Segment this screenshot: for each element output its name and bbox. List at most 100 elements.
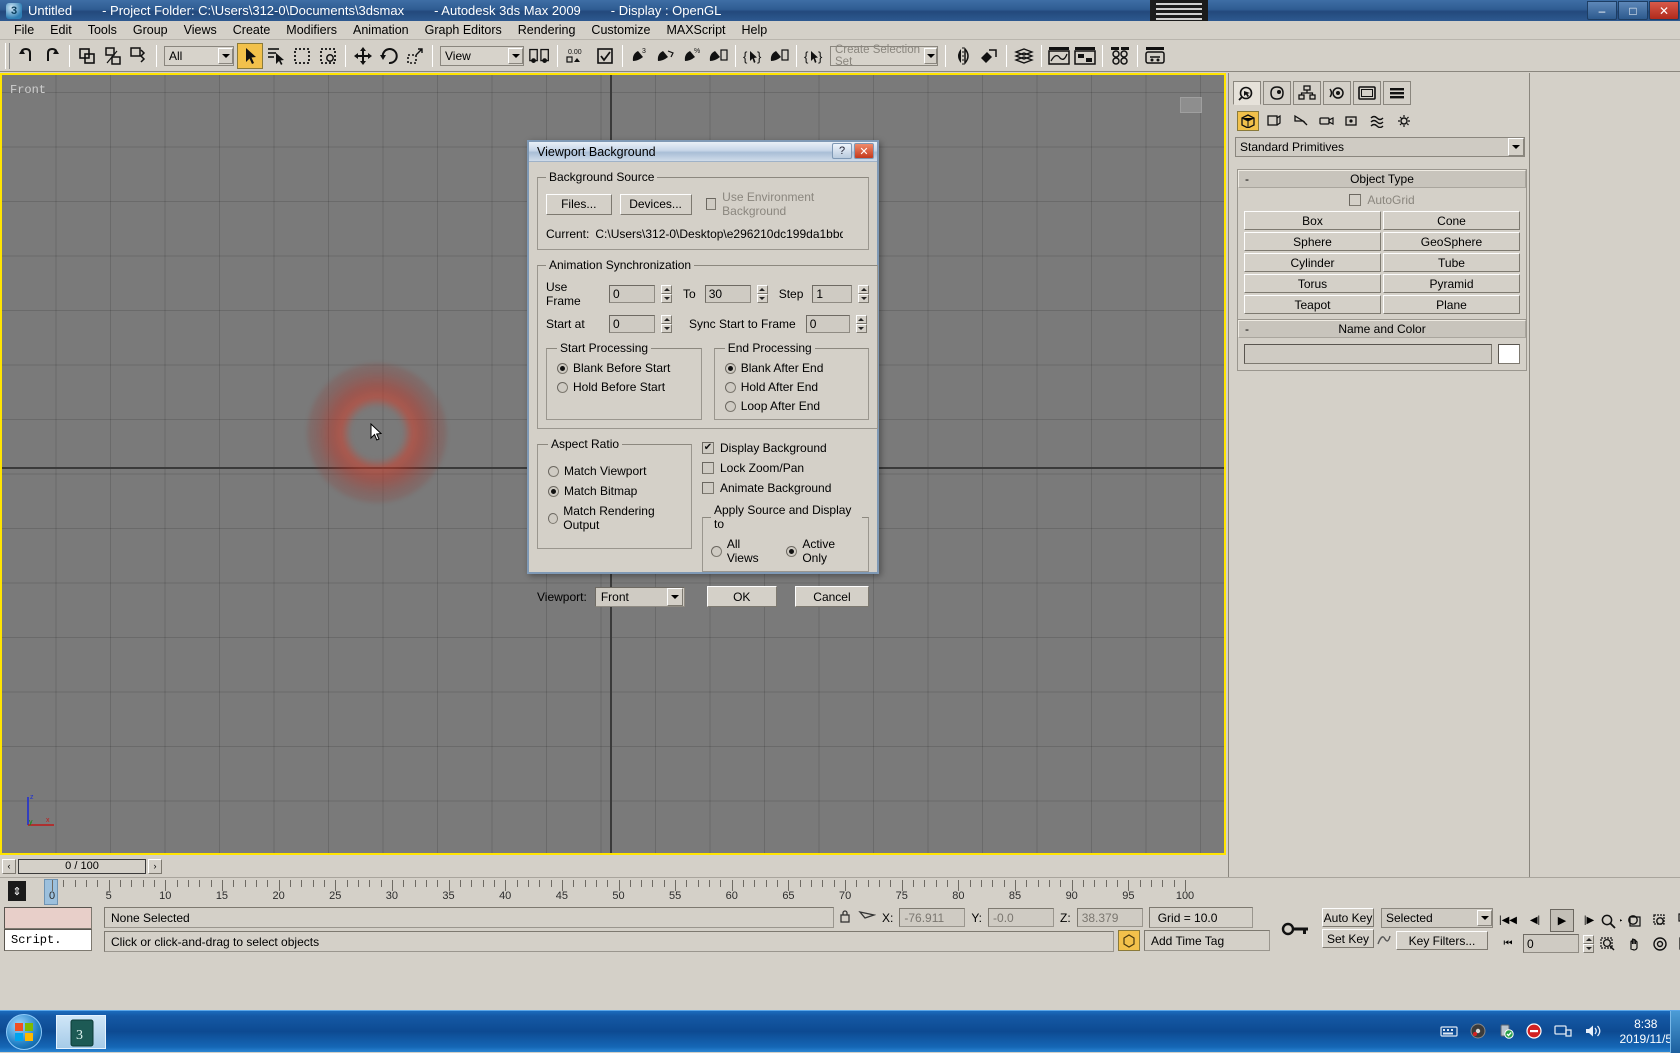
object-button-cone[interactable]: Cone (1383, 211, 1520, 230)
space-warps-button[interactable] (1367, 111, 1389, 131)
end-processing-option-1[interactable]: Hold After End (724, 380, 861, 394)
menu-rendering[interactable]: Rendering (510, 21, 584, 39)
windows-start-icon[interactable] (6, 1014, 42, 1050)
viewport-select-combo[interactable]: Front (594, 586, 685, 607)
bind-to-space-warp-icon[interactable] (126, 42, 152, 69)
lock-selection-icon[interactable] (838, 908, 852, 927)
maximize-button[interactable]: □ (1618, 1, 1648, 20)
animate-background-checkbox[interactable] (702, 482, 714, 494)
cancel-button[interactable]: Cancel (794, 586, 870, 607)
maximize-viewport-toggle[interactable] (1674, 932, 1680, 955)
current-frame-field[interactable]: 0 (1523, 934, 1579, 953)
named-selection-pick-icon[interactable]: {} (801, 42, 827, 69)
all-views-option[interactable]: All Views (711, 537, 774, 565)
menu-help[interactable]: Help (734, 21, 776, 39)
object-button-plane[interactable]: Plane (1383, 295, 1520, 314)
key-filters-button[interactable]: Key Filters... (1396, 931, 1488, 950)
collapse-toggle[interactable]: - (1245, 172, 1249, 186)
show-desktop-button[interactable] (1670, 1011, 1680, 1053)
key-mode-toggle-icon[interactable] (1278, 909, 1314, 949)
menu-edit[interactable]: Edit (42, 21, 80, 39)
to-field[interactable]: 30 (704, 285, 751, 303)
aspect-option-1[interactable]: Match Bitmap (548, 484, 683, 498)
match-rendering-output-radio[interactable] (548, 512, 559, 524)
subcategory-combo[interactable]: Standard Primitives (1235, 137, 1525, 157)
display-background-row[interactable]: ✔ Display Background (702, 441, 869, 455)
menu-maxscript[interactable]: MAXScript (658, 21, 733, 39)
next-frame-button[interactable]: › (148, 858, 162, 874)
object-button-tube[interactable]: Tube (1383, 253, 1520, 272)
object-color-swatch[interactable] (1498, 344, 1520, 364)
unlink-selection-icon[interactable] (100, 42, 126, 69)
systems-button[interactable] (1393, 111, 1415, 131)
create-tab[interactable] (1233, 81, 1261, 105)
menu-tools[interactable]: Tools (80, 21, 125, 39)
object-button-box[interactable]: Box (1244, 211, 1381, 230)
menu-modifiers[interactable]: Modifiers (278, 21, 345, 39)
minimize-button[interactable]: – (1587, 1, 1617, 20)
blank-before-start-radio[interactable] (557, 362, 568, 374)
chevron-down-icon[interactable] (666, 587, 683, 606)
files-button[interactable]: Files... (546, 193, 612, 215)
field-of-view-button[interactable] (1596, 932, 1620, 955)
collapse-toggle[interactable]: - (1245, 322, 1249, 336)
select-and-rotate-icon[interactable] (376, 42, 402, 69)
start-at-field[interactable]: 0 (609, 315, 655, 333)
sync-start-field[interactable]: 0 (805, 315, 850, 333)
current-frame-spinner[interactable] (1583, 934, 1594, 953)
object-name-input[interactable] (1244, 344, 1492, 364)
select-object-icon[interactable] (237, 42, 263, 69)
modify-tab[interactable] (1263, 81, 1291, 105)
taskbar-clock[interactable]: 8:38 2019/11/5 (1620, 1017, 1673, 1047)
3dsmax-taskbar-icon[interactable]: 3 (56, 1015, 106, 1049)
window-drag-grip[interactable] (1150, 0, 1208, 21)
zoom-extents-all-button[interactable] (1674, 909, 1680, 932)
edit-named-selection-sets-icon[interactable]: {} (740, 42, 766, 69)
key-filter-combo[interactable]: Selected (1381, 908, 1493, 928)
sync-start-spinner[interactable] (855, 315, 867, 333)
all-views-radio[interactable] (711, 545, 722, 557)
geometry-button[interactable] (1237, 111, 1259, 131)
curve-editor-icon[interactable] (1046, 42, 1072, 69)
reference-coordinate-combo[interactable]: View (440, 45, 524, 66)
select-and-scale-icon[interactable] (402, 42, 428, 69)
schematic-view-icon[interactable] (1072, 42, 1098, 69)
snaps-toggle-icon[interactable]: 0.00 (562, 42, 592, 69)
angle-snap-toggle-icon[interactable] (592, 42, 618, 69)
lights-button[interactable] (1289, 111, 1311, 131)
menu-animation[interactable]: Animation (345, 21, 417, 39)
keyboard-layout-icon[interactable] (1439, 1024, 1458, 1041)
menu-group[interactable]: Group (125, 21, 176, 39)
start-processing-option-1[interactable]: Hold Before Start (557, 380, 693, 394)
trajectory-icon[interactable] (1376, 931, 1392, 950)
coord-y-field[interactable]: -0.0 (988, 908, 1055, 927)
shapes-button[interactable] (1263, 111, 1285, 131)
chevron-down-icon[interactable] (218, 47, 233, 64)
chevron-down-icon[interactable] (1508, 138, 1524, 156)
volume-icon[interactable] (1584, 1023, 1602, 1042)
frame-display[interactable]: 0 / 100 (18, 858, 146, 874)
display-tab[interactable] (1353, 81, 1381, 105)
snap-toggle2-icon[interactable] (766, 42, 792, 69)
percent-snap-toggle-icon[interactable]: 3 (627, 42, 653, 69)
utilities-tab[interactable] (1383, 81, 1411, 105)
end-processing-option-0[interactable]: Blank After End (724, 361, 861, 375)
match-viewport-radio[interactable] (548, 465, 559, 477)
lock-zoom-pan-checkbox[interactable] (702, 462, 714, 474)
network-icon[interactable] (1553, 1023, 1572, 1042)
undo-icon[interactable] (13, 42, 39, 69)
toolbar-grip[interactable] (5, 42, 10, 69)
start-at-spinner[interactable] (661, 315, 672, 333)
animate-background-row[interactable]: Animate Background (702, 481, 869, 495)
use-environment-background-checkbox[interactable] (705, 198, 717, 210)
spinner-snap-toggle-icon[interactable] (653, 42, 679, 69)
menu-file[interactable]: File (6, 21, 42, 39)
menu-views[interactable]: Views (176, 21, 225, 39)
block-icon[interactable] (1525, 1022, 1542, 1042)
close-icon[interactable]: ✕ (854, 143, 874, 159)
previous-frame-button[interactable]: ‹ (2, 858, 16, 874)
step-field[interactable]: 1 (812, 285, 853, 303)
object-button-geosphere[interactable]: GeoSphere (1383, 232, 1520, 251)
loop-after-end-radio[interactable] (724, 400, 736, 412)
render-scene-dialog-icon[interactable] (1142, 42, 1168, 69)
